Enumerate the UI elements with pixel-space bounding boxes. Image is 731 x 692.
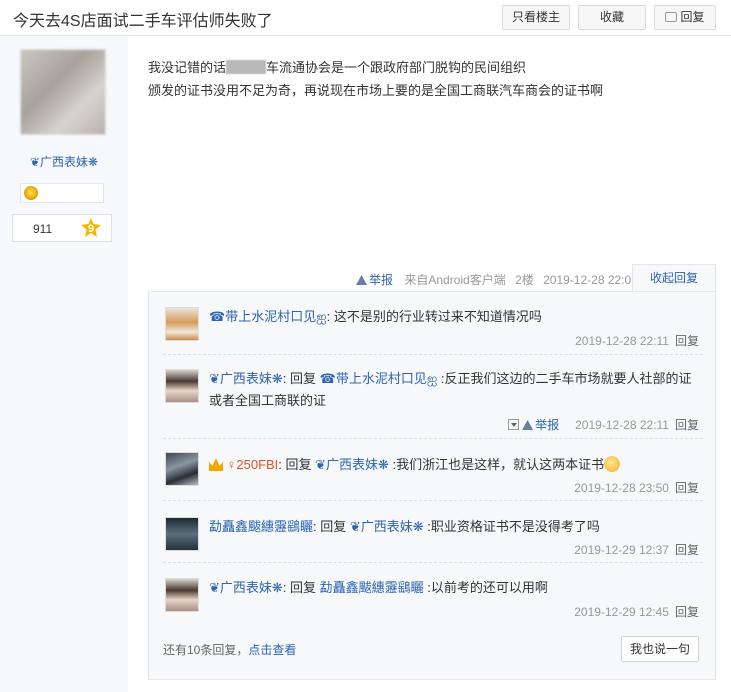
reply-text: 勐矗鑫颰繐靋鷂矖: 回复 ❦广西表妹❋ :职业资格证书不是没得考了吗 xyxy=(209,516,701,538)
reply-meta: 2019-12-28 22:11 回复 xyxy=(575,332,699,349)
reply-item: ☎带上水泥村口见ஐ: 这不是别的行业转过来不知道情况吗 2019-12-28 2… xyxy=(149,292,715,354)
reply-content: :以前考的还可以用啊 xyxy=(423,580,548,595)
reply-avatar[interactable] xyxy=(165,307,199,341)
reply-meta: 举报 2019-12-28 22:11 回复 xyxy=(508,416,699,433)
reply-avatar[interactable] xyxy=(165,452,199,486)
reply-content: : 这不是别的行业转过来不知道情况吗 xyxy=(326,309,542,324)
reply-content: :职业资格证书不是没得考了吗 xyxy=(423,519,600,534)
reply-username[interactable]: ☎带上水泥村口见ஐ xyxy=(209,309,327,324)
post-line-1-suffix: 车流通协会是一个跟政府部门脱钩的民间组织 xyxy=(266,60,527,75)
reply-text: ❦广西表妹❋: 回复 勐矗鑫颰繐靋鷂矖 :以前考的还可以用啊 xyxy=(209,577,701,599)
reply-button[interactable]: 回复 xyxy=(654,5,716,30)
reply-text: ☎带上水泥村口见ஐ: 这不是别的行业转过来不知道情况吗 xyxy=(209,306,701,328)
reply-target-username[interactable]: 勐矗鑫颰繐靋鷂矖 xyxy=(320,580,424,595)
author-name[interactable]: ❦广西表妹❋ xyxy=(0,153,128,170)
post-time: 2019-12-28 22:05 xyxy=(543,273,638,287)
reply-username[interactable]: ♀250FBI xyxy=(227,457,279,472)
author-sidebar: ❦广西表妹❋ 911 9 xyxy=(0,37,128,692)
reply-username[interactable]: 勐矗鑫颰繐靋鷂矖 xyxy=(209,519,313,534)
reply-time: 2019-12-28 22:11 xyxy=(575,334,669,348)
reply-link[interactable]: 回复 xyxy=(675,418,699,432)
reply-time: 2019-12-28 23:50 xyxy=(574,481,669,495)
reply-time: 2019-12-28 22:11 xyxy=(575,418,669,432)
post-line-1: 我没记错的话 车流通协会是一个跟政府部门脱钩的民间组织 xyxy=(148,56,708,79)
reply-panel: ☎带上水泥村口见ஐ: 这不是别的行业转过来不知道情况吗 2019-12-28 2… xyxy=(148,291,716,680)
post-source: 来自Android客户端 xyxy=(404,273,506,287)
reply-meta: 2019-12-28 23:50 回复 xyxy=(574,479,699,496)
reply-text: ♀250FBI: 回复 ❦广西表妹❋ :我们浙江也是这样，就认这两本证书 xyxy=(209,454,701,476)
medal-icon[interactable] xyxy=(24,186,38,200)
only-op-button[interactable]: 只看楼主 xyxy=(502,5,570,30)
collapse-replies-button[interactable]: 收起回复 xyxy=(632,264,716,292)
more-replies-text: 还有10条回复， xyxy=(163,643,249,657)
warning-icon xyxy=(522,420,534,430)
reply-avatar[interactable] xyxy=(165,517,199,551)
level-star-icon: 9 xyxy=(81,218,101,237)
author-stat-value: 911 xyxy=(33,222,53,236)
reply-content: :我们浙江也是这样，就认这两本证书 xyxy=(388,457,605,472)
reply-username[interactable]: ❦广西表妹❋ xyxy=(209,580,283,595)
view-more-link[interactable]: 点击查看 xyxy=(248,643,296,657)
reply-time: 2019-12-29 12:45 xyxy=(574,605,669,619)
reply-time: 2019-12-29 12:37 xyxy=(574,543,669,557)
reply-word: : 回复 xyxy=(282,371,320,386)
post-meta: 举报 来自Android客户端 2楼 2019-12-28 22:05 xyxy=(356,271,638,287)
smiley-emoji-icon xyxy=(604,456,621,472)
reply-meta: 2019-12-29 12:37 回复 xyxy=(574,541,699,558)
reply-link[interactable]: 回复 xyxy=(675,543,699,557)
reply-word: : 回复 xyxy=(278,457,316,472)
reply-avatar[interactable] xyxy=(165,578,199,612)
reply-target-username[interactable]: ❦广西表妹❋ xyxy=(315,457,389,472)
thread-header: 今天去4S店面试二手车评估师失败了 只看楼主 收藏 回复 xyxy=(0,0,731,36)
reply-button-label: 回复 xyxy=(680,10,705,24)
reply-item: 勐矗鑫颰繐靋鷂矖: 回复 ❦广西表妹❋ :职业资格证书不是没得考了吗 2019-… xyxy=(149,500,715,562)
post-content: 我没记错的话 车流通协会是一个跟政府部门脱钩的民间组织 颁发的证书没用不足为奇，再… xyxy=(148,56,708,102)
report-label: 举报 xyxy=(535,418,560,432)
reply-target-username[interactable]: ❦广西表妹❋ xyxy=(350,519,424,534)
crown-icon xyxy=(209,458,223,471)
reply-word: : 回复 xyxy=(313,519,350,534)
reply-meta: 2019-12-29 12:45 回复 xyxy=(574,603,699,620)
reply-word: : 回复 xyxy=(282,580,320,595)
report-label: 举报 xyxy=(369,273,394,287)
post-line-2: 颁发的证书没用不足为奇，再说现在市场上要的是全国工商联汽车商会的证书啊 xyxy=(148,83,604,98)
say-something-button[interactable]: 我也说一句 xyxy=(621,636,699,662)
author-badge-box xyxy=(20,183,104,203)
censored-text xyxy=(226,60,267,74)
reply-item: ❦广西表妹❋: 回复 ☎带上水泥村口见ஐ :反正我们这边的二手车市场就要人社部的… xyxy=(149,354,715,438)
reply-item: ❦广西表妹❋: 回复 勐矗鑫颰繐靋鷂矖 :以前考的还可以用啊 2019-12-2… xyxy=(149,562,715,624)
more-replies: 还有10条回复，点击查看 xyxy=(163,641,296,658)
reply-item: ♀250FBI: 回复 ❦广西表妹❋ :我们浙江也是这样，就认这两本证书 201… xyxy=(149,438,715,500)
author-stats: 911 9 xyxy=(12,214,112,242)
reply-link[interactable]: 回复 xyxy=(675,334,699,348)
reply-link[interactable]: 回复 xyxy=(675,605,699,619)
reply-target-username[interactable]: ☎带上水泥村口见ஐ xyxy=(320,371,438,386)
warning-icon xyxy=(356,275,367,285)
dropdown-icon[interactable] xyxy=(508,419,520,430)
reply-report-link[interactable]: 举报 xyxy=(522,418,559,432)
reply-text: ❦广西表妹❋: 回复 ☎带上水泥村口见ஐ :反正我们这边的二手车市场就要人社部的… xyxy=(209,368,701,412)
author-avatar[interactable] xyxy=(20,49,106,135)
reply-link[interactable]: 回复 xyxy=(675,481,699,495)
reply-username[interactable]: ❦广西表妹❋ xyxy=(209,371,283,386)
post-floor: 2楼 xyxy=(515,273,534,287)
thread-title: 今天去4S店面试二手车评估师失败了 xyxy=(13,13,273,30)
favorite-button[interactable]: 收藏 xyxy=(578,5,646,30)
reply-icon xyxy=(665,12,678,22)
post-line-1-prefix: 我没记错的话 xyxy=(148,60,227,75)
report-link[interactable]: 举报 xyxy=(356,273,393,287)
reply-avatar[interactable] xyxy=(165,369,199,403)
